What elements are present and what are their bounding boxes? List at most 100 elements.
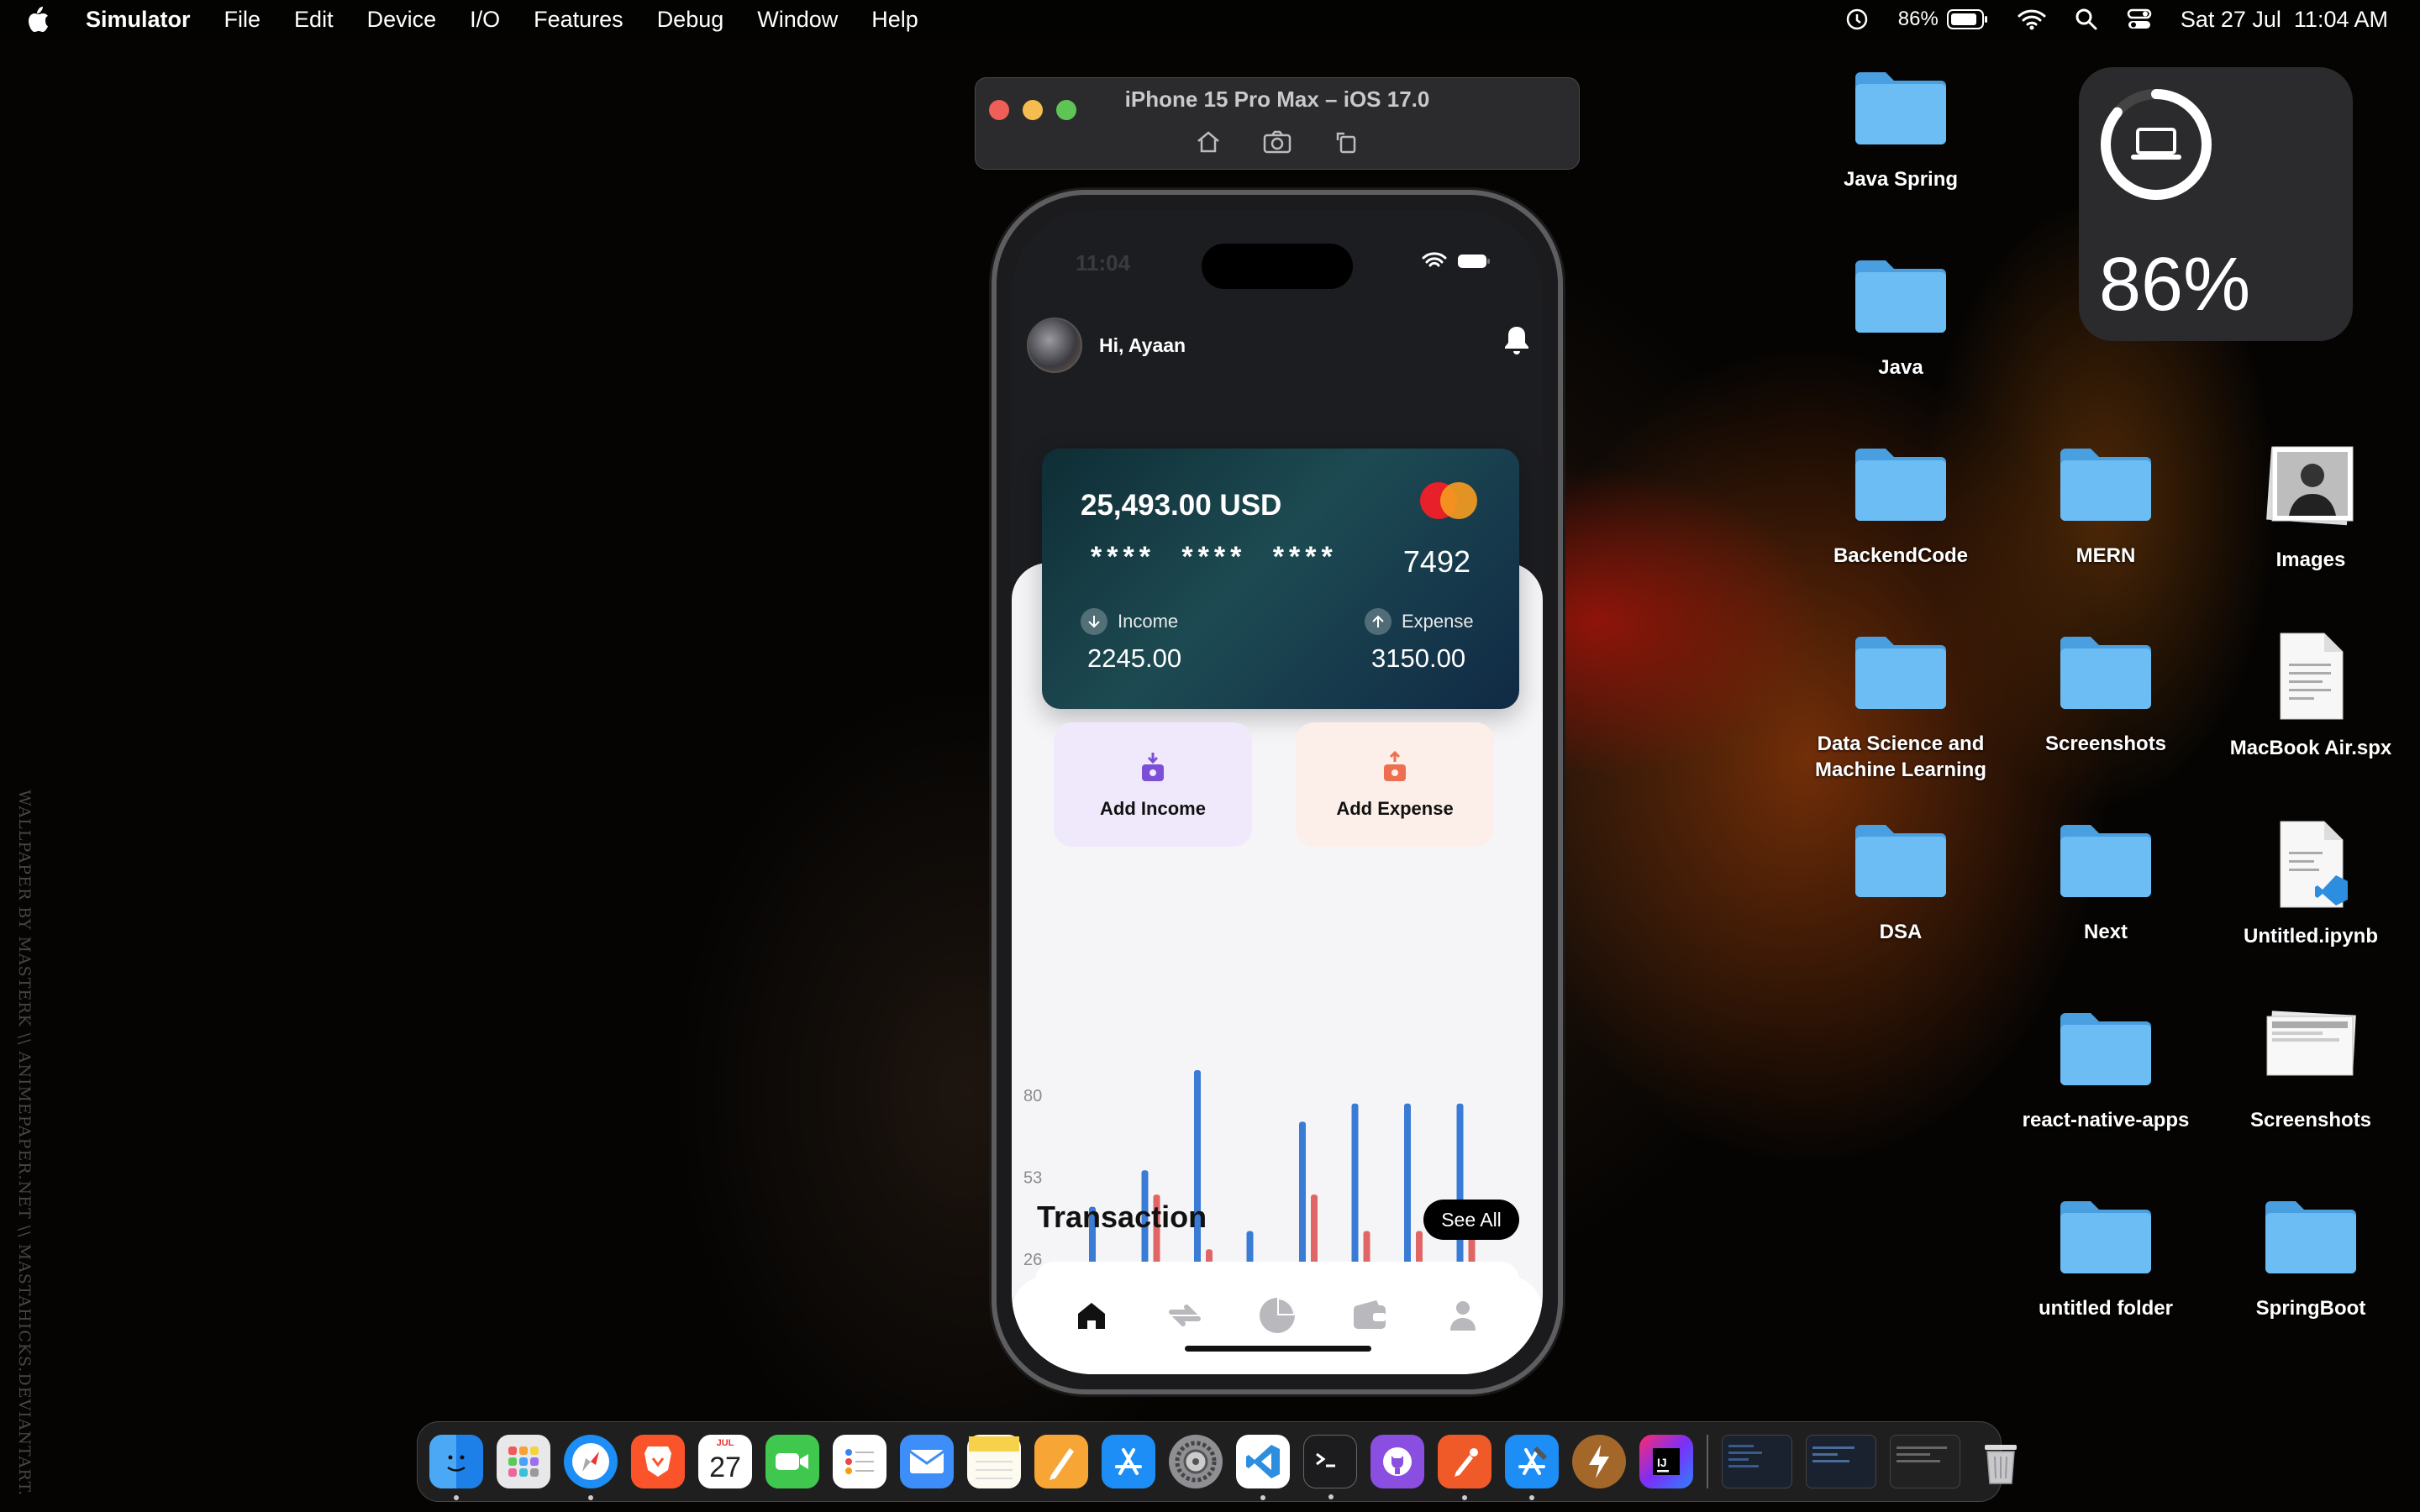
screenshot-camera-icon[interactable] — [1262, 129, 1292, 160]
minimized-window-thumbnail[interactable] — [1722, 1435, 1792, 1488]
minimized-window-thumbnail[interactable] — [1806, 1435, 1876, 1488]
terminal-icon[interactable] — [1303, 1435, 1357, 1499]
menu-window[interactable]: Window — [757, 7, 838, 33]
folder-icon — [1850, 630, 1951, 722]
menu-file[interactable]: File — [224, 7, 261, 33]
xcode-icon[interactable] — [1505, 1435, 1559, 1500]
add-expense-label: Add Expense — [1336, 798, 1454, 819]
mastercard-logo-icon — [1420, 482, 1477, 519]
facetime-icon[interactable] — [765, 1435, 819, 1488]
menu-io[interactable]: I/O — [470, 7, 500, 33]
desktop-item-dsa[interactable]: DSA — [1796, 818, 2006, 945]
apple-menu-icon[interactable] — [25, 5, 54, 34]
tab-transfer-icon[interactable] — [1160, 1290, 1210, 1341]
desktop-item-label: DSA — [1879, 921, 1923, 943]
menu-features[interactable]: Features — [534, 7, 623, 33]
minimized-window-thumbnail[interactable] — [1890, 1435, 1960, 1488]
avatar[interactable] — [1027, 318, 1082, 373]
rotate-device-icon[interactable] — [1333, 129, 1360, 160]
desktop-item-untitled-folder[interactable]: untitled folder — [2001, 1194, 2211, 1321]
transactions-heading: Transaction — [1037, 1200, 1207, 1234]
expense-label: Expense — [1402, 611, 1474, 632]
control-center-icon[interactable] — [2127, 8, 2152, 31]
desktop-item-images[interactable]: Images — [2206, 442, 2416, 573]
vscode-icon[interactable] — [1236, 1435, 1290, 1500]
home-button-icon[interactable] — [1195, 129, 1222, 160]
brave-browser-icon[interactable] — [631, 1435, 685, 1488]
system-settings-icon[interactable] — [1169, 1435, 1223, 1488]
tab-pie-chart-icon[interactable] — [1252, 1290, 1302, 1341]
desktop-item-screenshots[interactable]: Screenshots — [2206, 1006, 2416, 1133]
reeder-lightning-icon[interactable] — [1572, 1435, 1626, 1488]
battery-status[interactable]: 86% — [1898, 8, 1989, 31]
safari-icon[interactable] — [564, 1435, 618, 1500]
phone-wifi-icon — [1422, 252, 1447, 267]
pages-icon[interactable] — [1034, 1435, 1088, 1488]
menu-device[interactable]: Device — [367, 7, 437, 33]
tab-profile-icon[interactable] — [1438, 1290, 1488, 1341]
y-tick-label: 80 — [1023, 1087, 1042, 1105]
tab-home-icon[interactable] — [1066, 1290, 1117, 1341]
menu-debug[interactable]: Debug — [657, 7, 724, 33]
iphone-device-frame: 11:04 Hi, Ayaan 25,493.00 USD **** **** … — [992, 190, 1563, 1394]
desktop-item-label: react-native-apps — [2022, 1109, 2190, 1131]
desktop-item-label: Screenshots — [2044, 732, 2167, 755]
desktop-item-react-native-apps[interactable]: react-native-apps — [2001, 1006, 2211, 1133]
notes-icon[interactable] — [967, 1435, 1021, 1488]
menu-bar: Simulator File Edit Device I/O Features … — [0, 0, 2420, 39]
folder-icon — [2055, 1006, 2156, 1099]
app-store-icon[interactable] — [1102, 1435, 1155, 1488]
calendar-month: JUL — [716, 1438, 734, 1448]
battery-percent: 86% — [1897, 8, 1939, 30]
balance-card[interactable]: 25,493.00 USD **** **** **** 7492 Income… — [1042, 449, 1519, 709]
phone-screen: 11:04 Hi, Ayaan 25,493.00 USD **** **** … — [1012, 210, 1543, 1374]
see-all-button[interactable]: See All — [1423, 1200, 1519, 1240]
desktop-item-macbook-air-spx[interactable]: MacBook Air.spx — [2206, 630, 2416, 761]
add-income-label: Add Income — [1100, 798, 1206, 819]
menu-edit[interactable]: Edit — [294, 7, 334, 33]
add-expense-button[interactable]: Add Expense — [1296, 722, 1494, 847]
menu-clock[interactable]: Sat 27 Jul 11:04 AM — [2181, 7, 2388, 33]
desktop-item-java-spring[interactable]: Java Spring — [1796, 66, 2006, 192]
battery-widget-value: 86% — [2099, 243, 2251, 327]
reminders-icon[interactable] — [833, 1435, 886, 1488]
wifi-icon[interactable] — [2018, 8, 2046, 30]
desktop-item-java[interactable]: Java — [1796, 254, 2006, 381]
notification-bell-icon[interactable] — [1502, 324, 1531, 360]
document-file-icon — [2269, 818, 2353, 911]
github-desktop-icon[interactable] — [1370, 1435, 1424, 1488]
desktop-item-next[interactable]: Next — [2001, 818, 2211, 945]
desktop-item-screenshots[interactable]: Screenshots — [2001, 630, 2211, 757]
folder-icon — [1850, 818, 1951, 911]
time-machine-icon[interactable] — [1844, 7, 1870, 32]
simulator-window-titlebar[interactable]: iPhone 15 Pro Max – iOS 17.0 — [975, 77, 1580, 170]
postman-icon[interactable] — [1438, 1435, 1491, 1500]
income-value: 2245.00 — [1087, 643, 1182, 673]
y-tick-label: 53 — [1023, 1168, 1042, 1187]
greeting-text: Hi, Ayaan — [1099, 333, 1186, 356]
launchpad-icon[interactable] — [497, 1435, 550, 1488]
desktop-item-label: Next — [2083, 921, 2128, 943]
desktop-item-data-science-and-machine-learning[interactable]: Data Science and Machine Learning — [1796, 630, 2006, 783]
battery-widget[interactable]: 86% — [2079, 67, 2353, 341]
menu-help[interactable]: Help — [871, 7, 918, 33]
desktop-item-label: MERN — [2075, 544, 2136, 567]
menu-app-name[interactable]: Simulator — [86, 7, 191, 33]
add-income-button[interactable]: Add Income — [1054, 722, 1252, 847]
trash-icon[interactable] — [1974, 1435, 2028, 1488]
tab-wallet-icon[interactable] — [1344, 1290, 1395, 1341]
intellij-idea-icon[interactable]: IJ — [1639, 1435, 1693, 1488]
spotlight-search-icon[interactable] — [2075, 8, 2098, 31]
finder-icon[interactable] — [429, 1435, 483, 1500]
desktop-item-label: Images — [2275, 549, 2346, 571]
desktop-item-untitled-ipynb[interactable]: Untitled.ipynb — [2206, 818, 2416, 949]
add-income-icon — [1142, 753, 1164, 781]
desktop-item-mern[interactable]: MERN — [2001, 442, 2211, 569]
home-indicator[interactable] — [1185, 1346, 1371, 1352]
calendar-icon[interactable]: JUL 27 — [698, 1435, 752, 1488]
mail-icon[interactable] — [900, 1435, 954, 1488]
expense-summary: Expense 3150.00 — [1365, 608, 1474, 674]
desktop-item-springboot[interactable]: SpringBoot — [2206, 1194, 2416, 1321]
desktop-item-label: Data Science and Machine Learning — [1814, 732, 1987, 781]
desktop-item-backendcode[interactable]: BackendCode — [1796, 442, 2006, 569]
